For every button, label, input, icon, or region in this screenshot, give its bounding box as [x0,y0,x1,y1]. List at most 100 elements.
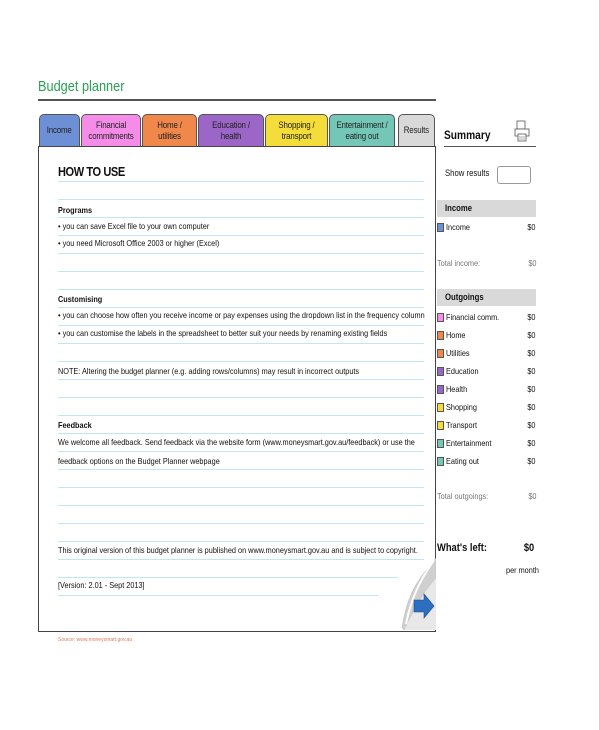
entertainment-swatch [437,439,444,448]
eating-out-swatch [437,457,444,466]
summary-row-label: Income [446,222,470,232]
copyright-note: This original version of this budget pla… [58,545,418,555]
tab-results[interactable]: Results [398,114,435,146]
total-outgoings-value: $0 [527,491,536,501]
programs-item: • you can save Excel file to your own co… [58,221,210,231]
summary-row-value: $0 [526,330,535,340]
summary-row-transport: Transport $0 [437,419,537,433]
summary-row-label: Shopping [446,402,477,412]
tab-financial-commitments[interactable]: Financial commitments [81,114,141,146]
income-section-label: Income [445,203,473,213]
rule-line [58,325,424,326]
summary-row-label: Home [446,330,466,340]
income-swatch [437,223,444,232]
income-section-header: Income [437,200,536,217]
rule-line [58,181,424,182]
rule-line [58,415,424,416]
outgoings-section-header: Outgoings [437,289,536,306]
tab-education-health[interactable]: Education / health [198,114,264,146]
rule-line [58,433,424,434]
total-outgoings-label: Total outgoings: [437,491,489,501]
summary-row-label: Transport [446,420,478,430]
education-swatch [437,367,444,376]
summary-row-value: $0 [526,366,535,376]
summary-row-value: $0 [526,222,535,232]
utilities-swatch [437,349,444,358]
rule-line [58,397,424,398]
rule-line [58,559,424,560]
summary-row-label: Eating out [446,456,479,466]
tab-shopping-transport[interactable]: Shopping / transport [265,114,328,146]
tab-results-label: Results [403,125,430,135]
home-swatch [437,331,444,340]
rule-line [58,487,424,488]
rule-line [58,217,424,218]
transport-swatch [437,421,444,430]
total-income-label: Total income: [437,258,481,268]
feedback-line: feedback options on the Budget Planner w… [58,456,220,466]
rule-line [58,253,424,254]
tab-entertainment-eating-out-label: Entertainment / eating out [336,119,388,141]
whats-left-value: $0 [523,542,534,554]
print-icon[interactable] [514,120,530,142]
summary-row-label: Health [446,384,468,394]
summary-row-label: Entertainment [446,438,492,448]
rule-line [58,505,424,506]
source-note: Source: www.moneysmart.gov.au [58,637,133,643]
tab-income-label: Income [47,125,72,135]
tab-income[interactable]: Income [39,114,80,146]
summary-row-home: Home $0 [437,329,537,343]
page-title: Budget planner [38,78,125,95]
programs-heading: Programs [58,205,93,215]
rule-line [58,541,424,542]
summary-row-label: Financial comm. [446,312,500,322]
summary-row-eating-out: Eating out $0 [437,455,537,469]
rule-line [58,289,424,290]
customising-item: • you can choose how often you receive i… [58,310,425,320]
customising-item: • you can customise the labels in the sp… [58,328,388,338]
next-page-curl-icon[interactable] [400,558,436,630]
shopping-swatch [437,403,444,412]
summary-row-value: $0 [526,348,535,358]
tab-education-health-label: Education / health [212,119,250,141]
rule-line [58,199,424,200]
rule-line [58,451,424,452]
show-results-label: Show results [445,168,490,178]
customising-heading: Customising [58,294,103,304]
rule-line [58,307,424,308]
feedback-line: We welcome all feedback. Send feedback v… [58,437,415,447]
summary-row-financial-comm: Financial comm. $0 [437,311,537,325]
rule-line [58,379,424,380]
summary-row-utilities: Utilities $0 [437,347,537,361]
outgoings-section-label: Outgoings [445,292,484,302]
whats-left-label: What's left: [437,542,488,554]
summary-row-label: Utilities [446,348,470,358]
feedback-heading: Feedback [58,420,92,430]
summary-row-value: $0 [526,384,535,394]
summary-row-value: $0 [526,420,535,430]
tab-home-utilities[interactable]: Home / utilities [142,114,197,146]
rule-line [58,469,424,470]
version-text: [Version: 2.01 - Sept 2013] [58,580,145,590]
tab-home-utilities-label: Home / utilities [157,119,182,141]
financial-swatch [437,313,444,322]
summary-heading: Summary [444,128,491,142]
rule-line [58,343,424,344]
show-results-select[interactable] [497,166,531,184]
summary-row-value: $0 [526,402,535,412]
rule-line [58,595,378,596]
tab-shopping-transport-label: Shopping / transport [278,119,315,141]
health-swatch [437,385,444,394]
rule-line [58,235,424,236]
tab-financial-commitments-label: Financial commitments [88,119,134,141]
rule-line [58,271,424,272]
summary-row-label: Education [446,366,479,376]
rule-line [58,361,424,362]
summary-row-health: Health $0 [437,383,537,397]
summary-row-education: Education $0 [437,365,537,379]
total-income-value: $0 [527,258,536,268]
tab-entertainment-eating-out[interactable]: Entertainment / eating out [329,114,395,146]
how-to-use-heading: HOW TO USE [58,164,125,179]
summary-row-value: $0 [526,456,535,466]
document-page: Budget planner Income Financial commitme… [0,0,600,730]
